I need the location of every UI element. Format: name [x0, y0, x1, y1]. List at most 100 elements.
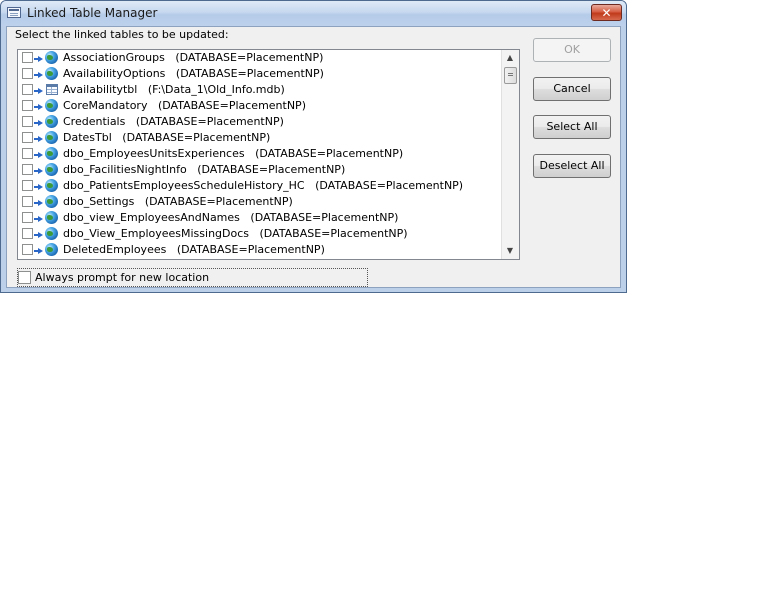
close-button[interactable]: ✕	[591, 4, 622, 21]
link-arrow-icon	[34, 232, 43, 238]
table-row-checkbox[interactable]	[22, 244, 33, 255]
table-source: (DATABASE=PlacementNP)	[259, 227, 408, 240]
list-scrollbar[interactable]: ▲ ▼	[501, 50, 519, 259]
table-name: dbo_FacilitiesNightInfo	[63, 163, 187, 176]
table-row-checkbox[interactable]	[22, 164, 33, 175]
ok-button[interactable]: OK	[533, 38, 611, 62]
table-row[interactable]: AssociationGroups (DATABASE=PlacementNP)	[18, 50, 502, 66]
globe-icon	[45, 131, 58, 144]
table-row-checkbox[interactable]	[22, 212, 33, 223]
table-name: dbo_PatientsEmployeesScheduleHistory_HC	[63, 179, 305, 192]
globe-icon	[45, 179, 58, 192]
table-row[interactable]: dbo_view_EmployeesAndNames (DATABASE=Pla…	[18, 210, 502, 226]
table-source: (DATABASE=PlacementNP)	[175, 67, 324, 80]
link-arrow-icon	[34, 72, 43, 78]
table-name: DatesTbl	[63, 131, 112, 144]
table-name: DeletedEmployees	[63, 243, 167, 256]
select-all-button[interactable]: Select All	[533, 115, 611, 139]
table-row[interactable]: dbo_FacilitiesNightInfo (DATABASE=Placem…	[18, 162, 502, 178]
always-prompt-option[interactable]: Always prompt for new location	[17, 268, 368, 287]
table-row[interactable]: dbo_PatientsEmployeesScheduleHistory_HC …	[18, 178, 502, 194]
link-arrow-icon	[34, 120, 43, 126]
link-arrow-icon	[34, 104, 43, 110]
table-row-text: dbo_EmployeesUnitsExperiences (DATABASE=…	[63, 147, 403, 160]
table-row-text: dbo_View_EmployeesMissingDocs (DATABASE=…	[63, 227, 408, 240]
table-source: (DATABASE=PlacementNP)	[135, 115, 284, 128]
table-source: (DATABASE=PlacementNP)	[250, 211, 399, 224]
table-source: (F:\Data_1\Old_Info.mdb)	[147, 83, 285, 96]
always-prompt-label[interactable]: Always prompt for new location	[35, 271, 209, 284]
table-row-checkbox[interactable]	[22, 180, 33, 191]
window-app-icon	[7, 7, 21, 18]
link-arrow-icon	[34, 88, 43, 94]
table-row[interactable]: dbo_View_EmployeesMissingDocs (DATABASE=…	[18, 226, 502, 242]
table-row[interactable]: AvailabilityOptions (DATABASE=PlacementN…	[18, 66, 502, 82]
table-name: AvailabilityOptions	[63, 67, 166, 80]
table-source: (DATABASE=PlacementNP)	[144, 195, 293, 208]
select-tables-label: Select the linked tables to be updated:	[15, 28, 229, 41]
table-icon	[46, 84, 58, 95]
cancel-button[interactable]: Cancel	[533, 77, 611, 101]
link-arrow-icon	[34, 184, 43, 190]
scroll-thumb[interactable]	[504, 67, 517, 84]
table-name: dbo_view_EmployeesAndNames	[63, 211, 240, 224]
link-arrow-icon	[34, 248, 43, 254]
table-name: AssociationGroups	[63, 51, 165, 64]
window-title: Linked Table Manager	[27, 6, 158, 20]
scroll-up-icon[interactable]: ▲	[502, 50, 518, 66]
table-row-checkbox[interactable]	[22, 116, 33, 127]
table-row-checkbox[interactable]	[22, 84, 33, 95]
globe-icon	[45, 163, 58, 176]
title-bar[interactable]: Linked Table Manager ✕	[1, 1, 626, 26]
table-row-checkbox[interactable]	[22, 100, 33, 111]
table-row-checkbox[interactable]	[22, 196, 33, 207]
linked-tables-list[interactable]: AssociationGroups (DATABASE=PlacementNP)…	[17, 49, 520, 260]
deselect-all-button[interactable]: Deselect All	[533, 154, 611, 178]
table-row[interactable]: Availabilitytbl (F:\Data_1\Old_Info.mdb)	[18, 82, 502, 98]
table-row[interactable]: dbo_Settings (DATABASE=PlacementNP)	[18, 194, 502, 210]
table-source: (DATABASE=PlacementNP)	[315, 179, 464, 192]
table-source: (DATABASE=PlacementNP)	[175, 51, 324, 64]
table-row[interactable]: DeletedEmployees (DATABASE=PlacementNP)	[18, 242, 502, 258]
table-row-checkbox[interactable]	[22, 228, 33, 239]
always-prompt-checkbox[interactable]	[18, 271, 31, 284]
globe-icon	[45, 51, 58, 64]
table-source: (DATABASE=PlacementNP)	[157, 99, 306, 112]
table-name: dbo_View_EmployeesMissingDocs	[63, 227, 250, 240]
globe-icon	[45, 211, 58, 224]
close-icon: ✕	[601, 6, 612, 20]
globe-icon	[45, 115, 58, 128]
table-source: (DATABASE=PlacementNP)	[176, 243, 325, 256]
link-arrow-icon	[34, 136, 43, 142]
table-row-checkbox[interactable]	[22, 132, 33, 143]
table-row-text: Credentials (DATABASE=PlacementNP)	[63, 115, 284, 128]
globe-icon	[45, 99, 58, 112]
table-name: CoreMandatory	[63, 99, 148, 112]
link-arrow-icon	[34, 152, 43, 158]
table-row-text: dbo_view_EmployeesAndNames (DATABASE=Pla…	[63, 211, 398, 224]
table-row-checkbox[interactable]	[22, 68, 33, 79]
linked-tables-rows: AssociationGroups (DATABASE=PlacementNP)…	[18, 50, 502, 258]
globe-icon	[45, 227, 58, 240]
link-arrow-icon	[34, 168, 43, 174]
table-row[interactable]: DatesTbl (DATABASE=PlacementNP)	[18, 130, 502, 146]
table-source: (DATABASE=PlacementNP)	[197, 163, 346, 176]
table-row-text: DatesTbl (DATABASE=PlacementNP)	[63, 131, 270, 144]
globe-icon	[45, 195, 58, 208]
table-source: (DATABASE=PlacementNP)	[255, 147, 404, 160]
table-name: Availabilitytbl	[63, 83, 138, 96]
table-row-text: AvailabilityOptions (DATABASE=PlacementN…	[63, 67, 324, 80]
link-arrow-icon	[34, 216, 43, 222]
table-row-checkbox[interactable]	[22, 148, 33, 159]
table-row-checkbox[interactable]	[22, 52, 33, 63]
table-row[interactable]: CoreMandatory (DATABASE=PlacementNP)	[18, 98, 502, 114]
table-row-text: CoreMandatory (DATABASE=PlacementNP)	[63, 99, 306, 112]
table-row[interactable]: dbo_EmployeesUnitsExperiences (DATABASE=…	[18, 146, 502, 162]
scroll-down-icon[interactable]: ▼	[502, 243, 518, 259]
table-name: Credentials	[63, 115, 126, 128]
dialog-body: Select the linked tables to be updated: …	[6, 26, 621, 288]
linked-table-manager-dialog: Linked Table Manager ✕ Select the linked…	[0, 0, 627, 293]
table-row[interactable]: Credentials (DATABASE=PlacementNP)	[18, 114, 502, 130]
table-row-text: dbo_PatientsEmployeesScheduleHistory_HC …	[63, 179, 463, 192]
globe-icon	[45, 147, 58, 160]
